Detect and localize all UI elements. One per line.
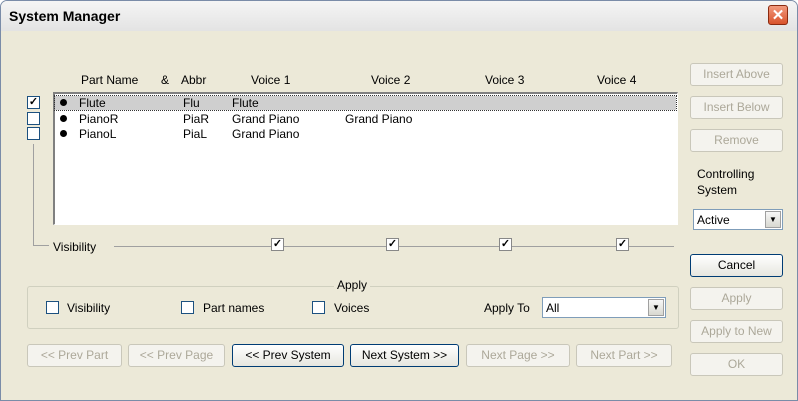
apply-button[interactable]: Apply <box>690 287 783 310</box>
apply-voices-checkbox[interactable] <box>312 301 325 314</box>
title-bar: System Manager ✕ <box>1 1 797 31</box>
apply-visibility-label: Visibility <box>67 301 111 315</box>
controlling-label: Controlling <box>697 167 755 181</box>
prev-part-button[interactable]: << Prev Part <box>27 344 122 367</box>
apply-to-select[interactable]: All ▼ <box>542 297 666 318</box>
chevron-down-icon: ▼ <box>765 211 781 228</box>
visibility-connector-h <box>33 245 49 246</box>
controlling-system-value: Active <box>697 213 730 227</box>
voice-3-visibility-checkbox[interactable]: ✓ <box>499 238 512 251</box>
apply-part-names-checkbox[interactable] <box>181 301 194 314</box>
part-abbr: Flu <box>183 96 200 110</box>
window-title: System Manager <box>9 8 121 24</box>
part-dot-icon <box>60 130 67 137</box>
part-visible-checkbox-flute[interactable]: ✓ <box>27 96 40 109</box>
header-voice-4: Voice 4 <box>597 73 637 87</box>
part-visible-checkbox-pianor[interactable] <box>27 112 40 125</box>
voice-2-visibility-checkbox[interactable]: ✓ <box>386 238 399 251</box>
parts-list[interactable]: Flute Flu Flute PianoR PiaR Grand Piano … <box>53 92 678 225</box>
header-voice-1: Voice 1 <box>251 73 291 87</box>
part-abbr: PiaR <box>183 112 210 126</box>
cancel-button[interactable]: Cancel <box>690 254 783 277</box>
close-icon: ✕ <box>771 7 785 24</box>
next-system-button[interactable]: Next System >> <box>350 344 459 367</box>
list-item[interactable]: PianoR PiaR Grand Piano Grand Piano <box>55 112 676 126</box>
prev-system-button[interactable]: << Prev System <box>232 344 344 367</box>
voice-4-visibility-checkbox[interactable]: ✓ <box>616 238 629 251</box>
apply-group-legend: Apply <box>334 278 371 292</box>
apply-part-names-label: Part names <box>203 301 265 315</box>
chevron-down-icon: ▼ <box>648 299 664 316</box>
list-item[interactable]: Flute Flu Flute <box>54 95 677 111</box>
apply-visibility-checkbox[interactable] <box>46 301 59 314</box>
insert-above-button[interactable]: Insert Above <box>690 63 783 86</box>
visibility-connector <box>33 144 34 245</box>
close-button[interactable]: ✕ <box>768 5 788 25</box>
apply-to-label: Apply To <box>484 301 530 315</box>
visibility-label: Visibility <box>53 240 97 254</box>
part-visible-checkbox-pianol[interactable] <box>27 127 40 140</box>
part-dot-icon <box>60 115 67 122</box>
ok-button[interactable]: OK <box>690 353 783 376</box>
header-part-name: Part Name <box>81 73 139 87</box>
prev-page-button[interactable]: << Prev Page <box>128 344 225 367</box>
system-manager-window: System Manager ✕ Part Name & Abbr Voice … <box>0 0 798 401</box>
part-name: PianoR <box>79 112 119 126</box>
apply-voices-label: Voices <box>334 301 370 315</box>
remove-button[interactable]: Remove <box>690 129 783 152</box>
apply-to-value: All <box>546 301 560 315</box>
list-item[interactable]: PianoL PiaL Grand Piano <box>55 127 676 141</box>
part-name: Flute <box>79 96 106 110</box>
next-part-button[interactable]: Next Part >> <box>576 344 672 367</box>
part-voice-1: Grand Piano <box>232 112 300 126</box>
header-voice-3: Voice 3 <box>485 73 525 87</box>
part-voice-2: Grand Piano <box>345 112 413 126</box>
system-label: System <box>697 183 738 197</box>
part-abbr: PiaL <box>183 127 208 141</box>
insert-below-button[interactable]: Insert Below <box>690 96 783 119</box>
next-page-button[interactable]: Next Page >> <box>466 344 570 367</box>
part-voice-1: Flute <box>232 96 259 110</box>
voice-1-visibility-checkbox[interactable]: ✓ <box>271 238 284 251</box>
controlling-system-select[interactable]: Active ▼ <box>693 209 783 230</box>
part-name: PianoL <box>79 127 117 141</box>
apply-to-new-button[interactable]: Apply to New <box>690 320 783 343</box>
header-voice-2: Voice 2 <box>371 73 411 87</box>
part-dot-icon <box>60 99 67 106</box>
part-voice-1: Grand Piano <box>232 127 300 141</box>
header-abbr: Abbr <box>181 73 207 87</box>
header-amp: & <box>161 73 170 87</box>
